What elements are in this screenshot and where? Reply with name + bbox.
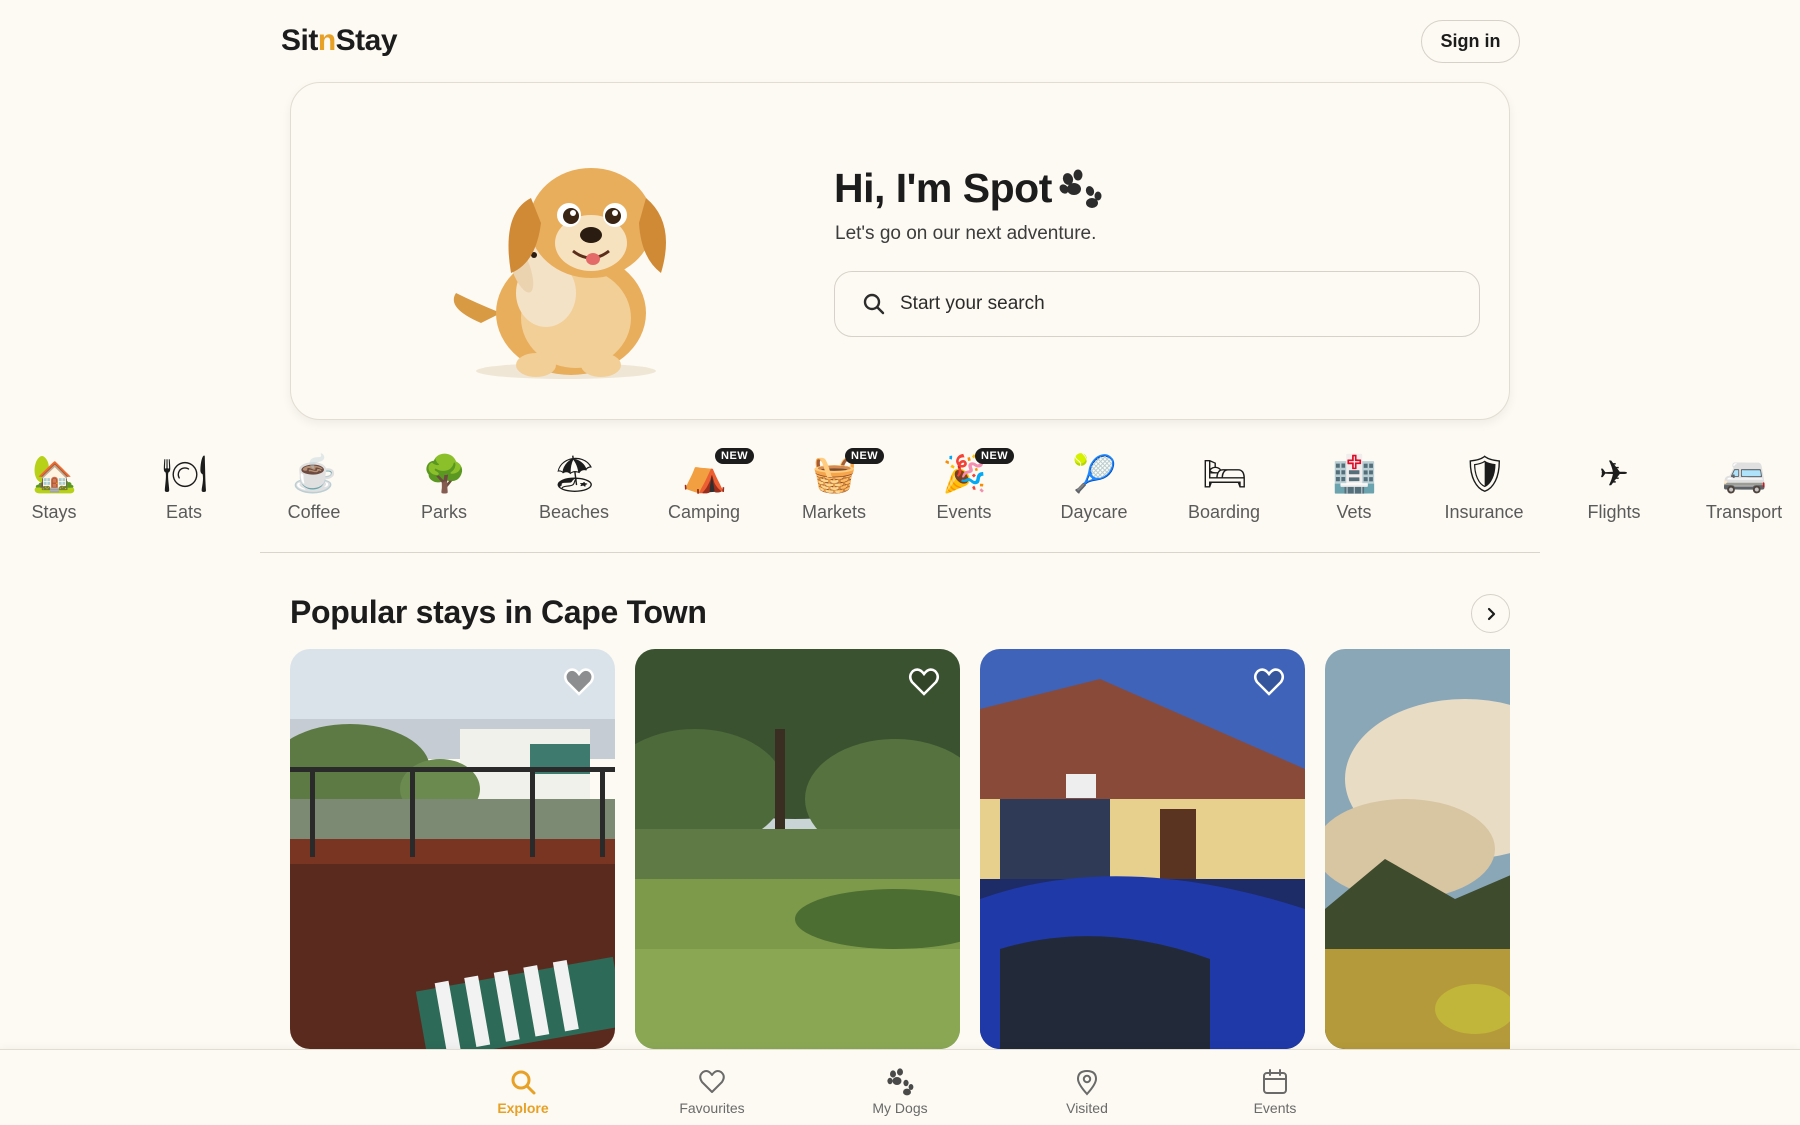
nav-label: My Dogs [872,1100,928,1116]
stay-photo-balcony [290,649,615,1049]
tennis-ball-icon: 🎾 [1072,453,1117,494]
category-transport[interactable]: 🚐 Transport [1684,448,1800,534]
stays-carousel [290,649,1510,1049]
category-label: Flights [1587,502,1641,522]
category-label: Beaches [538,502,610,522]
category-label: Markets [801,502,866,522]
map-pin-icon [1076,1069,1098,1096]
paw-print-icon [1059,169,1102,208]
search-input[interactable] [900,293,1460,315]
new-badge: NEW [845,448,885,464]
nav-label: Favourites [679,1100,745,1116]
category-stays[interactable]: 🏡 Stays [0,448,114,534]
stay-photo-house [980,649,1305,1049]
category-parks[interactable]: 🌳 Parks [384,448,504,534]
bed-icon: 🛏 [1202,453,1248,494]
category-flights[interactable]: ✈ Flights [1554,448,1674,534]
hospital-icon: 🏥 [1332,453,1377,494]
category-label: Transport [1705,502,1783,522]
new-badge: NEW [715,448,755,464]
category-label: Stays [31,502,77,522]
category-label: Eats [165,502,203,522]
heart-icon [699,1070,725,1093]
hero-title-text: Hi, I'm Spot [834,165,1052,211]
logo-text-sit: Sit [281,24,318,57]
shield-icon: 🛡 [1462,453,1508,494]
stay-photo-garden [635,649,960,1049]
stay-card[interactable] [1325,649,1510,1049]
nav-label: Explore [497,1100,549,1116]
stay-card[interactable] [290,649,615,1049]
van-icon: 🚐 [1722,453,1767,494]
paw-print-icon [887,1068,914,1096]
nav-explore[interactable]: Explore [473,1068,573,1116]
category-eats[interactable]: 🍽 Eats [124,448,244,534]
airplane-icon: ✈ [1598,453,1630,494]
section-title: Popular stays in Cape Town [290,594,707,630]
nav-label: Visited [1066,1100,1108,1116]
search-icon [863,293,885,315]
logo[interactable]: SitnStay [281,24,398,58]
heart-icon[interactable] [908,667,940,697]
tree-icon: 🌳 [422,453,467,494]
hero-card: Hi, I'm Spot Let's go on our next advent… [290,82,1510,420]
logo-text-n: n [317,24,336,57]
category-camping[interactable]: NEW ⛺ Camping [644,448,764,534]
stay-card[interactable] [980,649,1305,1049]
nav-my-dogs[interactable]: My Dogs [850,1068,950,1116]
category-label: Boarding [1187,502,1261,522]
category-label: Vets [1336,502,1372,522]
stay-card[interactable] [635,649,960,1049]
new-badge: NEW [975,448,1015,464]
beach-umbrella-icon: 🏖 [552,453,598,494]
house-icon: 🏡 [32,453,77,494]
carousel-next-button[interactable] [1471,594,1510,633]
category-vets[interactable]: 🏥 Vets [1294,448,1414,534]
calendar-icon [1263,1069,1287,1094]
category-boarding[interactable]: 🛏 Boarding [1164,448,1284,534]
category-coffee[interactable]: ☕ Coffee [254,448,374,534]
chevron-right-icon [1487,607,1495,620]
category-markets[interactable]: NEW 🧺 Markets [774,448,894,534]
category-label: Insurance [1444,502,1524,522]
coffee-cup-icon: ☕ [292,453,337,494]
search-icon [511,1070,536,1095]
category-label: Events [936,502,992,522]
category-beaches[interactable]: 🏖 Beaches [514,448,634,534]
category-label: Camping [667,502,741,522]
category-label: Coffee [287,502,341,522]
category-label: Daycare [1060,502,1128,522]
category-bar: 🏡 Stays 🍽 Eats ☕ Coffee 🌳 Parks 🏖 Beache… [0,448,1800,534]
category-divider [260,552,1540,553]
plate-cutlery-icon: 🍽 [162,453,208,494]
sign-in-button[interactable]: Sign in [1421,20,1520,63]
nav-visited[interactable]: Visited [1037,1068,1137,1116]
hero-title: Hi, I'm Spot [834,165,1102,212]
nav-favourites[interactable]: Favourites [662,1068,762,1116]
category-insurance[interactable]: 🛡 Insurance [1424,448,1544,534]
nav-label: Events [1253,1100,1297,1116]
bottom-nav: Explore Favourites My Dogs Visited Event… [0,1049,1800,1125]
nav-events[interactable]: Events [1225,1068,1325,1116]
category-events[interactable]: NEW 🎉 Events [904,448,1024,534]
category-label: Parks [420,502,467,522]
logo-text-stay: Stay [335,24,398,57]
search-bar[interactable] [834,271,1480,337]
hero-subtitle: Let's go on our next adventure. [835,223,1097,244]
heart-icon[interactable] [563,667,595,697]
stay-photo-landscape [1325,649,1510,1049]
spot-dog-mascot-image [453,168,666,379]
category-daycare[interactable]: 🎾 Daycare [1034,448,1154,534]
heart-icon[interactable] [1253,667,1285,697]
